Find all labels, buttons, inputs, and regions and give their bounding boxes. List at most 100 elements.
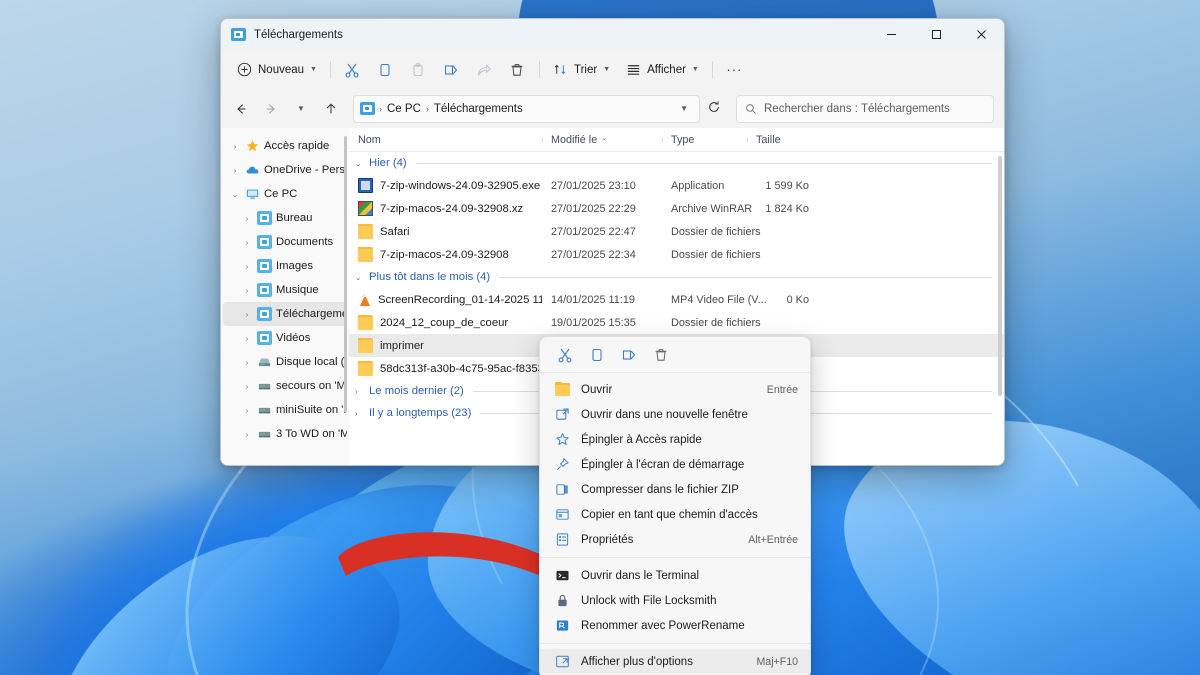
context-menu-item-pingler-l-cran-de-d-marrage[interactable]: Épingler à l'écran de démarrage — [540, 452, 810, 477]
back-arrow-icon[interactable] — [227, 95, 255, 123]
delete-icon[interactable] — [646, 341, 676, 368]
maximize-button[interactable] — [914, 19, 959, 50]
table-row[interactable]: 2024_12_coup_de_coeur19/01/2025 15:35Dos… — [349, 311, 1004, 334]
sidebar-item-vid-os[interactable]: ›Vidéos — [223, 326, 347, 350]
expand-chevron-icon[interactable]: ⌄ — [229, 190, 241, 199]
file-name: 58dc313f-a30b-4c75-95ac-f83531d1807a_... — [380, 363, 542, 375]
context-menu-item-afficher-plus-d-options[interactable]: Afficher plus d'optionsMaj+F10 — [540, 649, 810, 674]
sort-button-label: Trier — [574, 64, 597, 76]
cloud-icon — [245, 163, 260, 177]
expand-chevron-icon[interactable]: › — [229, 166, 241, 175]
search-input[interactable]: Rechercher dans : Téléchargements — [736, 95, 994, 123]
cut-icon[interactable] — [336, 55, 369, 84]
column-header-nom[interactable]: Nom — [349, 134, 542, 146]
expand-chevron-icon[interactable]: › — [241, 430, 253, 439]
group-chevron-icon[interactable]: ⌄ — [355, 273, 364, 282]
expand-chevron-icon[interactable]: › — [241, 358, 253, 367]
table-row[interactable]: 7-zip-macos-24.09-3290827/01/2025 22:34D… — [349, 243, 1004, 266]
context-menu-item-ouvrir-dans-le-terminal[interactable]: Ouvrir dans le Terminal — [540, 563, 810, 588]
column-header-modifie[interactable]: Modifié le ⌄ — [542, 134, 662, 146]
column-header-modifie-label: Modifié le — [551, 134, 597, 146]
up-arrow-icon[interactable] — [317, 95, 345, 123]
close-button[interactable] — [959, 19, 1004, 50]
view-button[interactable]: Afficher ▼ — [618, 55, 707, 84]
column-header-type[interactable]: Type — [662, 134, 747, 146]
context-menu-item-compresser-dans-le-fichier-zip[interactable]: Compresser dans le fichier ZIP — [540, 477, 810, 502]
folder-icon — [257, 211, 272, 225]
context-menu-item-propri-t-s[interactable]: PropriétésAlt+Entrée — [540, 527, 810, 552]
file-list-scrollbar[interactable] — [998, 156, 1002, 396]
breadcrumb-item-ce-pc[interactable]: Ce PC — [383, 103, 425, 115]
drive-icon — [257, 355, 272, 369]
properties-icon — [554, 532, 570, 548]
sidebar-item-documents[interactable]: › Documents — [223, 230, 347, 254]
breadcrumb-chevron-down-icon[interactable]: ▼ — [675, 104, 693, 113]
file-group-header[interactable]: ⌄Hier (4) — [349, 152, 1004, 174]
expand-chevron-icon[interactable]: › — [241, 310, 253, 319]
recent-locations-chevron-down-icon[interactable]: ▼ — [287, 95, 315, 123]
copy-icon[interactable] — [582, 341, 612, 368]
sidebar-item-musique[interactable]: ›Musique — [223, 278, 347, 302]
toolbar-divider — [539, 61, 540, 78]
context-menu-item-ouvrir-dans-une-nouvelle-fen-tre[interactable]: Ouvrir dans une nouvelle fenêtre — [540, 402, 810, 427]
sidebar-item-images[interactable]: ›Images — [223, 254, 347, 278]
sidebar-item-minisuite-on-m[interactable]: ›miniSuite on 'M — [223, 398, 347, 422]
table-row[interactable]: 7-zip-windows-24.09-32905.exe27/01/2025 … — [349, 174, 1004, 197]
sidebar-item-ce-pc[interactable]: ⌄ Ce PC — [223, 182, 347, 206]
file-type: Dossier de fichiers — [662, 249, 747, 261]
minimize-button[interactable] — [869, 19, 914, 50]
sidebar-item-label: Documents — [276, 236, 333, 248]
expand-chevron-icon[interactable]: › — [241, 214, 253, 223]
paste-icon[interactable] — [402, 55, 435, 84]
expand-chevron-icon[interactable]: › — [241, 406, 253, 415]
context-menu-item-copier-en-tant-que-chemin-d-acc-s[interactable]: Copier en tant que chemin d'accès — [540, 502, 810, 527]
expand-chevron-icon[interactable]: › — [241, 334, 253, 343]
sidebar-item-label: OneDrive - Perso — [264, 164, 347, 176]
navigation-pane: ›Accès rapide›OneDrive - Perso⌄Ce PC›Bur… — [221, 128, 349, 466]
expand-chevron-icon[interactable]: › — [229, 142, 241, 151]
breadcrumb[interactable]: › Ce PC › Téléchargements ▼ — [353, 95, 700, 123]
refresh-icon[interactable] — [702, 100, 726, 117]
delete-icon[interactable] — [501, 55, 534, 84]
file-group-header[interactable]: ⌄Plus tôt dans le mois (4) — [349, 266, 1004, 288]
group-chevron-icon[interactable]: ⌄ — [355, 159, 364, 168]
copy-icon[interactable] — [369, 55, 402, 84]
sidebar-item-acc-s-rapide[interactable]: ›Accès rapide — [223, 134, 347, 158]
column-header-taille[interactable]: Taille — [747, 134, 809, 146]
context-menu-item-ouvrir[interactable]: OuvrirEntrée — [540, 377, 810, 402]
sidebar-item-disque-local-c[interactable]: ›Disque local (C — [223, 350, 347, 374]
table-row[interactable]: Safari27/01/2025 22:47Dossier de fichier… — [349, 220, 1004, 243]
view-button-label: Afficher — [647, 64, 686, 76]
rename-icon[interactable] — [614, 341, 644, 368]
expand-chevron-icon[interactable]: › — [241, 382, 253, 391]
folder-downloads-icon — [231, 28, 246, 41]
group-chevron-icon[interactable]: › — [355, 387, 364, 396]
sidebar-item-t-l-chargemen[interactable]: ›Téléchargemen — [223, 302, 347, 326]
expand-chevron-icon[interactable]: › — [241, 286, 253, 295]
sidebar-item-label: Ce PC — [264, 188, 297, 200]
more-options-button[interactable]: ··· — [718, 55, 751, 84]
rename-icon[interactable] — [435, 55, 468, 84]
breadcrumb-item-telechargements[interactable]: Téléchargements — [430, 103, 527, 115]
forward-arrow-icon[interactable] — [257, 95, 285, 123]
context-menu-item-pingler-acc-s-rapide[interactable]: Épingler à Accès rapide — [540, 427, 810, 452]
expand-chevron-icon[interactable]: › — [241, 238, 253, 247]
sidebar-item-bureau[interactable]: ›Bureau — [223, 206, 347, 230]
context-menu-item-unlock-with-file-locksmith[interactable]: Unlock with File Locksmith — [540, 588, 810, 613]
new-window-icon — [554, 407, 570, 423]
sort-indicator-icon: ⌄ — [601, 135, 607, 142]
table-row[interactable]: 7-zip-macos-24.09-32908.xz27/01/2025 22:… — [349, 197, 1004, 220]
file-size: 1 599 Ko — [747, 180, 809, 192]
table-row[interactable]: ScreenRecording_01-14-2025 11-16-30_1...… — [349, 288, 1004, 311]
group-chevron-icon[interactable]: › — [355, 409, 364, 418]
new-button[interactable]: Nouveau ▼ — [229, 55, 325, 84]
sort-button[interactable]: Trier ▼ — [545, 55, 618, 84]
expand-chevron-icon[interactable]: › — [241, 262, 253, 271]
context-menu-item-renommer-avec-powerrename[interactable]: Renommer avec PowerRename — [540, 613, 810, 638]
sidebar-scrollbar[interactable] — [344, 136, 347, 412]
share-icon[interactable] — [468, 55, 501, 84]
cut-icon[interactable] — [550, 341, 580, 368]
sidebar-item-secours-on-ma[interactable]: ›secours on 'Ma — [223, 374, 347, 398]
sidebar-item-3-to-wd-on-ma[interactable]: ›3 To WD on 'Ma — [223, 422, 347, 446]
sidebar-item-onedrive-perso[interactable]: › OneDrive - Perso — [223, 158, 347, 182]
